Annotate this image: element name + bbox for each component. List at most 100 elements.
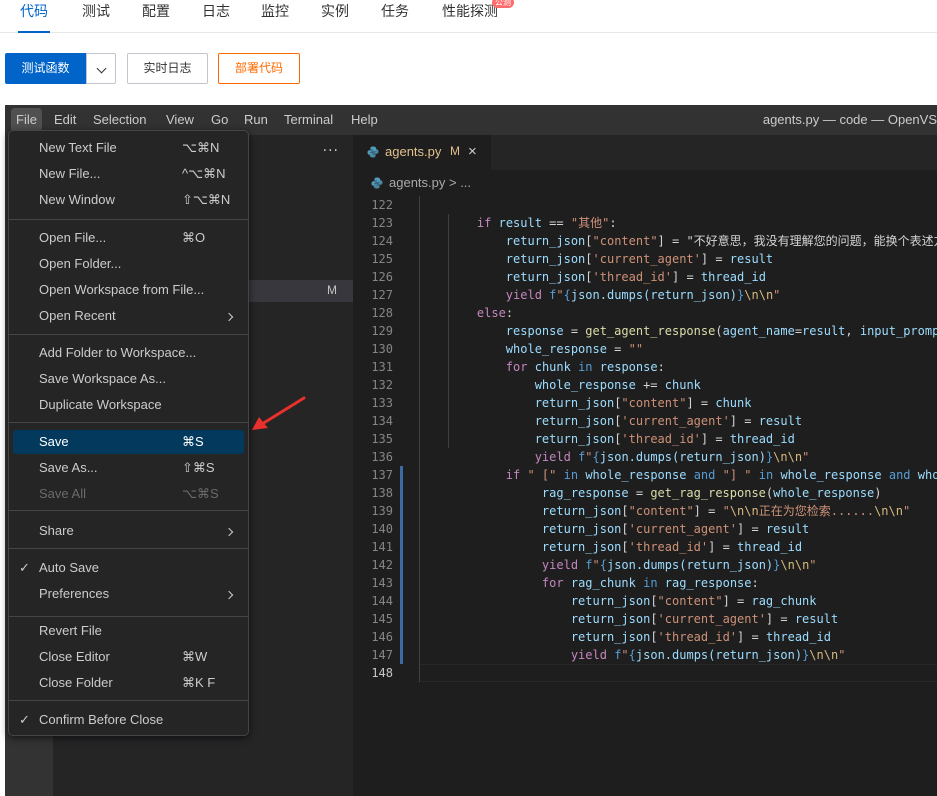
menu-item-open-folder[interactable]: Open Folder... (13, 252, 244, 276)
menu-item-save-workspace-as[interactable]: Save Workspace As... (13, 367, 244, 391)
tab-code[interactable]: 代码 (18, 0, 50, 33)
menu-file[interactable]: File (11, 108, 42, 132)
menu-item-duplicate-workspace[interactable]: Duplicate Workspace (13, 393, 244, 417)
code-line[interactable]: 137 if " [" in whole_response and "] " i… (353, 466, 937, 484)
menu-help[interactable]: Help (351, 105, 378, 135)
chevron-down-icon (96, 63, 106, 74)
code-line[interactable]: 142 yield f"{json.dumps(return_json)}\n\… (353, 556, 937, 574)
menu-item-add-folder-to-workspace[interactable]: Add Folder to Workspace... (13, 341, 244, 365)
tab-code-label: 代码 (20, 4, 48, 20)
tab-performance-probe-label: 性能探测 (442, 4, 498, 20)
tab-instances[interactable]: 实例 (321, 0, 349, 33)
code-editor[interactable]: 122 123 if result == "其他": 124 return_json… (353, 196, 937, 682)
tab-monitor-label: 监控 (261, 4, 289, 20)
console-tab-bar: 代码 测试 配置 日志 监控 实例 任务 性能探测 公测 (0, 0, 937, 33)
menu-item-auto-save[interactable]: ✓ Auto Save (13, 556, 244, 580)
menu-item-label: Save Workspace As... (39, 371, 166, 386)
menu-item-open-file[interactable]: Open File... ⌘O (13, 226, 244, 250)
code-line[interactable]: 134 return_json['current_agent'] = resul… (353, 412, 937, 430)
menu-item-close-editor[interactable]: Close Editor ⌘W (13, 645, 244, 669)
menu-item-label: Duplicate Workspace (39, 397, 162, 412)
code-line[interactable]: 130 whole_response = "" (353, 340, 937, 358)
code-text: return_json["content"] = "\n\n正在为您检索....… (541, 504, 911, 518)
menu-item-new-window[interactable]: New Window ⇧⌥⌘N (13, 188, 244, 212)
code-text: rag_response = get_rag_response(whole_re… (541, 486, 882, 500)
code-text: whole_response += chunk (534, 378, 701, 392)
deploy-code-button[interactable]: 部署代码 (218, 53, 300, 84)
line-number: 146 (371, 630, 393, 644)
code-line[interactable]: 126 return_json['thread_id'] = thread_id (353, 268, 937, 286)
code-line[interactable]: 145 return_json['current_agent'] = resul… (353, 610, 937, 628)
menu-item-save-all: Save All ⌥⌘S (13, 482, 244, 506)
menu-item-close-folder[interactable]: Close Folder ⌘K F (13, 671, 244, 695)
line-number: 141 (371, 540, 393, 554)
tab-logs[interactable]: 日志 (202, 0, 230, 33)
menu-item-share[interactable]: Share (13, 519, 244, 543)
line-number: 142 (371, 558, 393, 572)
menu-item-preferences[interactable]: Preferences (13, 582, 244, 606)
code-line[interactable]: 143 for rag_chunk in rag_response: (353, 574, 937, 592)
code-line[interactable]: 136 yield f"{json.dumps(return_json)}\n\… (353, 448, 937, 466)
test-function-dropdown-button[interactable] (86, 53, 116, 84)
code-text: return_json['thread_id'] = thread_id (541, 540, 803, 554)
menu-item-label: Save As... (39, 460, 98, 475)
menu-item-label: New File... (39, 166, 101, 181)
menu-item-new-text-file[interactable]: New Text File ⌥⌘N (13, 136, 244, 160)
menu-terminal[interactable]: Terminal (284, 105, 333, 135)
code-line[interactable]: 135 return_json['thread_id'] = thread_id (353, 430, 937, 448)
line-number: 133 (371, 396, 393, 410)
close-icon[interactable]: × (468, 143, 477, 160)
menu-item-label: Confirm Before Close (39, 712, 164, 727)
code-line[interactable]: 123 if result == "其他": (353, 214, 937, 232)
code-line[interactable]: 141 return_json['thread_id'] = thread_id (353, 538, 937, 556)
active-tab-indicator (18, 31, 50, 33)
more-actions-icon[interactable]: ··· (323, 143, 339, 159)
chevron-right-icon (224, 519, 234, 543)
code-line[interactable]: 140 return_json['current_agent'] = resul… (353, 520, 937, 538)
code-line[interactable]: 129 response = get_agent_response(agent_… (353, 322, 937, 340)
menu-item-revert-file[interactable]: Revert File (13, 619, 244, 643)
code-line[interactable]: 138 rag_response = get_rag_response(whol… (353, 484, 937, 502)
current-line-highlight (419, 664, 937, 682)
code-text: for chunk in response: (505, 360, 665, 374)
code-line[interactable]: 122 (353, 196, 937, 214)
code-line[interactable]: 133 return_json["content"] = chunk (353, 394, 937, 412)
code-line[interactable]: 128 else: (353, 304, 937, 322)
breadcrumb[interactable]: agents.py > ... (371, 173, 471, 193)
code-line[interactable]: 132 whole_response += chunk (353, 376, 937, 394)
python-icon (367, 146, 379, 158)
menu-item-shortcut: ⇧⌘S (182, 460, 215, 475)
menu-run[interactable]: Run (244, 105, 268, 135)
tab-performance-probe[interactable]: 性能探测 公测 (442, 0, 514, 33)
realtime-log-button[interactable]: 实时日志 (127, 53, 208, 84)
code-line[interactable]: 148 (353, 664, 937, 682)
code-line[interactable]: 144 return_json["content"] = rag_chunk (353, 592, 937, 610)
git-modified-gutter (400, 592, 403, 610)
tab-test[interactable]: 测试 (82, 0, 110, 33)
line-number: 147 (371, 648, 393, 662)
menu-item-new-file[interactable]: New File... ^⌥⌘N (13, 162, 244, 186)
code-text: return_json['thread_id'] = thread_id (505, 270, 766, 284)
editor-tab-bar: agents.py M × (353, 135, 937, 170)
code-line[interactable]: 125 return_json['current_agent'] = resul… (353, 250, 937, 268)
menu-item-save[interactable]: Save ⌘S (13, 430, 244, 454)
git-modified-gutter (400, 502, 403, 520)
menu-item-save-as[interactable]: Save As... ⇧⌘S (13, 456, 244, 480)
code-line[interactable]: 147 yield f"{json.dumps(return_json)}\n\… (353, 646, 937, 664)
line-number: 136 (371, 450, 393, 464)
test-function-button[interactable]: 测试函数 (5, 53, 86, 84)
code-line[interactable]: 146 return_json['thread_id'] = thread_id (353, 628, 937, 646)
menu-item-open-recent[interactable]: Open Recent (13, 304, 244, 328)
menu-item-label: Save (39, 434, 69, 449)
tab-tasks[interactable]: 任务 (381, 0, 409, 33)
tab-config[interactable]: 配置 (142, 0, 170, 33)
editor-tab-agents-py[interactable]: agents.py M × (353, 135, 491, 170)
menu-item-open-workspace-from-file[interactable]: Open Workspace from File... (13, 278, 244, 302)
tab-monitor[interactable]: 监控 (261, 0, 289, 33)
code-line[interactable]: 124 return_json["content"] = "不好意思，我没有理解… (353, 232, 937, 250)
code-line[interactable]: 131 for chunk in response: (353, 358, 937, 376)
code-line[interactable]: 127 yield f"{json.dumps(return_json)}\n\… (353, 286, 937, 304)
menu-item-confirm-before-close[interactable]: ✓ Confirm Before Close (13, 708, 244, 732)
code-line[interactable]: 139 return_json["content"] = "\n\n正在为您检索… (353, 502, 937, 520)
menu-item-label: Open Workspace from File... (39, 282, 205, 297)
